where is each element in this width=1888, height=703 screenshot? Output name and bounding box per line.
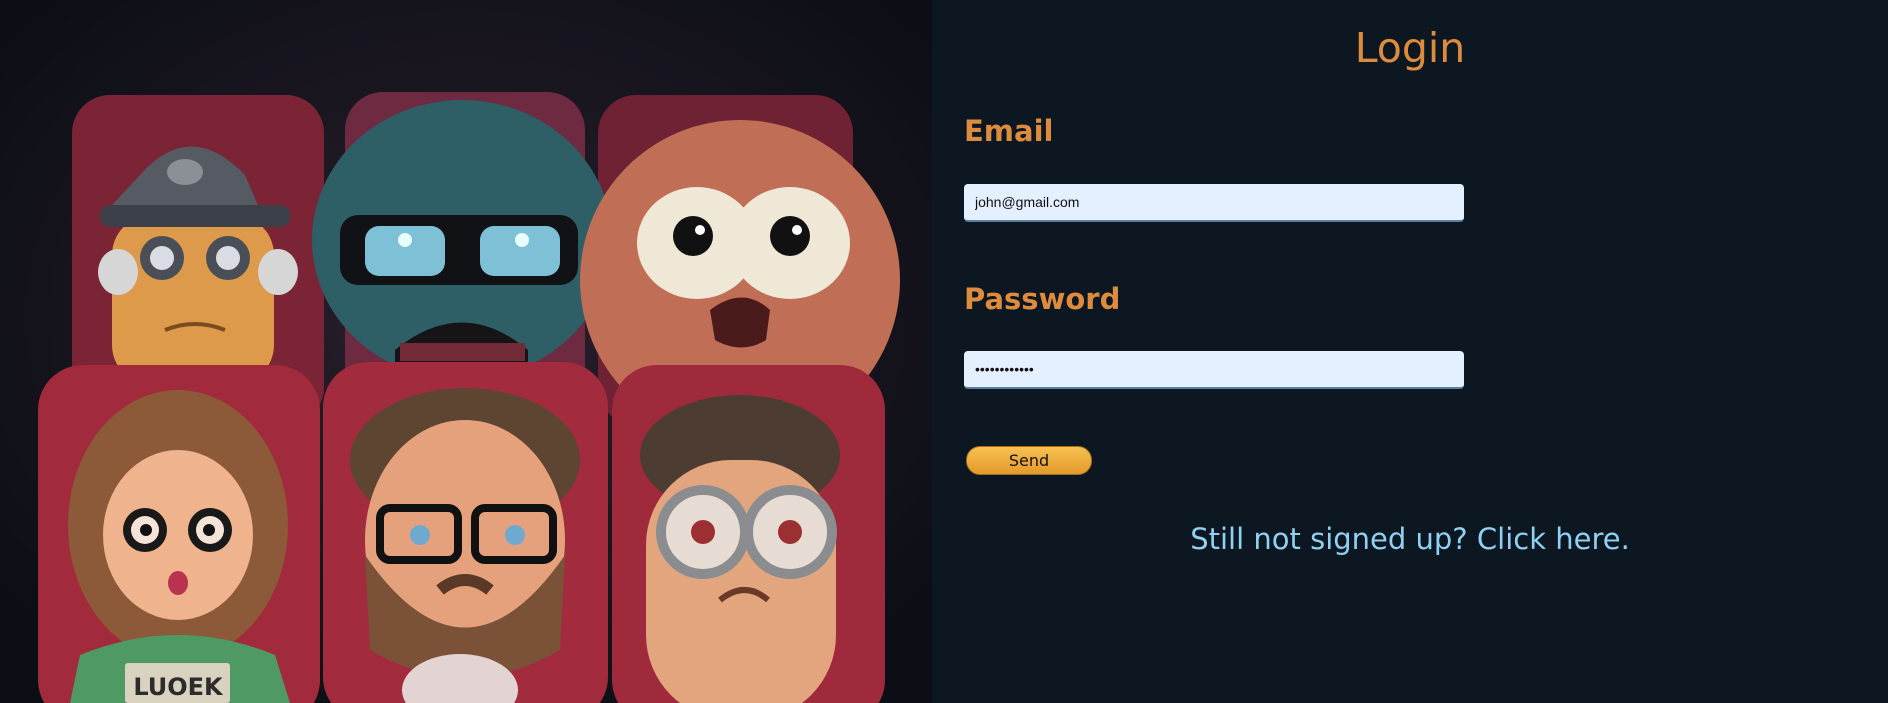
seat-shirt-text: LUOEK xyxy=(133,673,224,701)
glasses-man xyxy=(640,395,840,703)
signup-link[interactable]: Still not signed up? Click here. xyxy=(932,522,1888,556)
login-panel: Login Email Password Send Still not sign… xyxy=(932,0,1888,703)
send-button[interactable]: Send xyxy=(966,446,1092,475)
bearded-man xyxy=(350,388,580,703)
email-field[interactable] xyxy=(964,184,1464,222)
password-field[interactable] xyxy=(964,351,1464,389)
teal-monster xyxy=(312,100,612,380)
password-label: Password xyxy=(964,282,1121,316)
hero-illustration: LUOEK xyxy=(0,0,932,703)
page-title: Login xyxy=(1354,24,1466,72)
girl-character: LUOEK xyxy=(68,390,290,703)
email-label: Email xyxy=(964,114,1054,148)
